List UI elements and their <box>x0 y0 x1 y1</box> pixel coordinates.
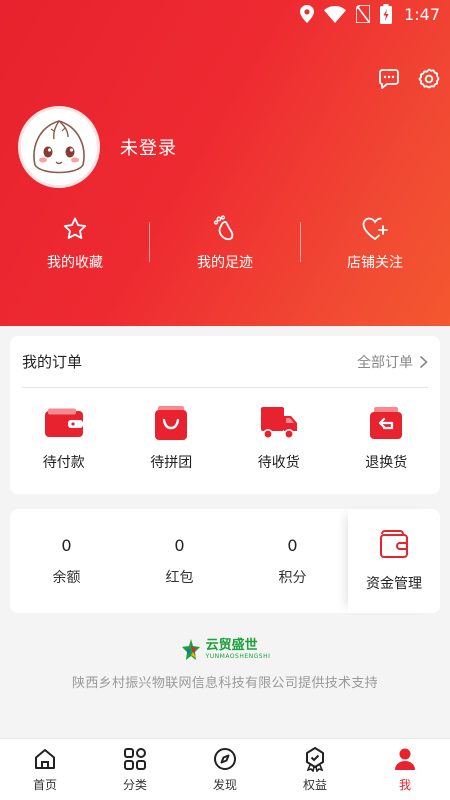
wallet-icon <box>44 408 83 437</box>
order-pending-payment[interactable]: 待付款 <box>10 404 118 472</box>
badge-icon <box>306 747 324 772</box>
status-time: 1:47 <box>404 4 440 24</box>
no-sim-icon <box>356 5 371 23</box>
message-button[interactable] <box>376 66 402 92</box>
orders-card: 我的订单 全部订单 待付款 待拼团 待收货 退换货 <box>10 336 440 494</box>
order-pending-receipt[interactable]: 待收货 <box>225 404 333 472</box>
footprint-icon <box>213 215 234 241</box>
battery-icon <box>380 4 393 24</box>
footprints-link[interactable]: 我的足迹 <box>150 214 300 274</box>
wallet-outline-icon <box>380 530 408 558</box>
fund-management-label: 资金管理 <box>366 576 422 592</box>
grid-icon <box>124 748 146 770</box>
followed-stores-label: 店铺关注 <box>347 255 403 271</box>
favorites-label: 我的收藏 <box>47 255 103 271</box>
points-item[interactable]: 0 积分 <box>236 509 349 613</box>
status-bar: 1:47 <box>0 0 450 32</box>
wallet-card: 0 余额 0 红包 0 积分 资金管理 <box>10 509 440 613</box>
balance-value: 0 <box>61 535 72 555</box>
red-packet-value: 0 <box>174 535 185 555</box>
star-icon <box>63 217 87 239</box>
red-packet-label: 红包 <box>165 569 194 586</box>
tab-home[interactable]: 首页 <box>0 739 90 800</box>
tab-category-label: 分类 <box>122 778 147 792</box>
chevron-right-icon <box>419 355 428 368</box>
settings-button[interactable] <box>416 66 442 92</box>
tab-benefits[interactable]: 权益 <box>270 739 360 800</box>
balance-item[interactable]: 0 余额 <box>10 509 123 613</box>
brand-footer: 云贸盛世 YUNMAOSHENGSHI 陕西乡村振兴物联网信息科技有限公司提供技… <box>0 638 450 692</box>
brand-name-cn: 云贸盛世 <box>205 638 258 653</box>
order-pending-group-label: 待拼团 <box>150 455 193 471</box>
fund-management-button[interactable]: 资金管理 <box>348 509 440 613</box>
username-label[interactable]: 未登录 <box>120 134 177 160</box>
tab-category[interactable]: 分类 <box>90 739 180 800</box>
brand-logo-icon <box>181 639 200 660</box>
mascot-avatar-icon <box>33 120 85 174</box>
tab-home-label: 首页 <box>32 778 57 792</box>
order-pending-group[interactable]: 待拼团 <box>118 404 226 472</box>
tech-support-text: 陕西乡村振兴物联网信息科技有限公司提供技术支持 <box>72 676 378 691</box>
order-pending-payment-label: 待付款 <box>42 455 85 471</box>
favorites-link[interactable]: 我的收藏 <box>0 214 150 274</box>
shopping-bag-icon <box>155 406 188 440</box>
avatar[interactable] <box>18 106 100 188</box>
bottom-tab-bar: 首页 分类 发现 权益 我 <box>0 738 450 800</box>
orders-title: 我的订单 <box>22 353 83 371</box>
user-profile[interactable]: 未登录 <box>18 106 177 188</box>
compass-icon <box>214 748 236 770</box>
all-orders-link[interactable]: 全部订单 <box>357 352 428 372</box>
tab-me[interactable]: 我 <box>360 739 450 800</box>
brand-logo: 云贸盛世 YUNMAOSHENGSHI <box>180 638 271 662</box>
brand-name-en: YUNMAOSHENGSHI <box>205 653 271 660</box>
order-returns[interactable]: 退换货 <box>333 404 441 472</box>
order-returns-label: 退换货 <box>365 455 408 471</box>
red-packet-item[interactable]: 0 红包 <box>123 509 236 613</box>
wifi-icon <box>324 5 347 23</box>
heart-plus-icon <box>362 217 388 240</box>
points-label: 积分 <box>278 569 307 586</box>
all-orders-label: 全部订单 <box>357 354 413 371</box>
followed-stores-link[interactable]: 店铺关注 <box>300 214 450 274</box>
tab-benefits-label: 权益 <box>302 778 327 792</box>
tab-discover-label: 发现 <box>212 778 237 792</box>
tab-me-label: 我 <box>398 778 411 792</box>
points-value: 0 <box>287 535 298 555</box>
chat-bubble-icon <box>379 69 399 89</box>
footprints-label: 我的足迹 <box>197 255 253 271</box>
return-icon <box>370 407 403 439</box>
profile-header: 1:47 未登录 我的收藏 我的足迹 店铺关注 <box>0 0 450 326</box>
balance-label: 余额 <box>52 569 81 586</box>
gear-icon <box>418 68 440 89</box>
order-pending-receipt-label: 待收货 <box>257 455 300 471</box>
truck-icon <box>260 407 297 439</box>
tab-discover[interactable]: 发现 <box>180 739 270 800</box>
user-icon <box>395 748 415 770</box>
home-icon <box>35 749 55 769</box>
location-icon <box>300 5 315 23</box>
